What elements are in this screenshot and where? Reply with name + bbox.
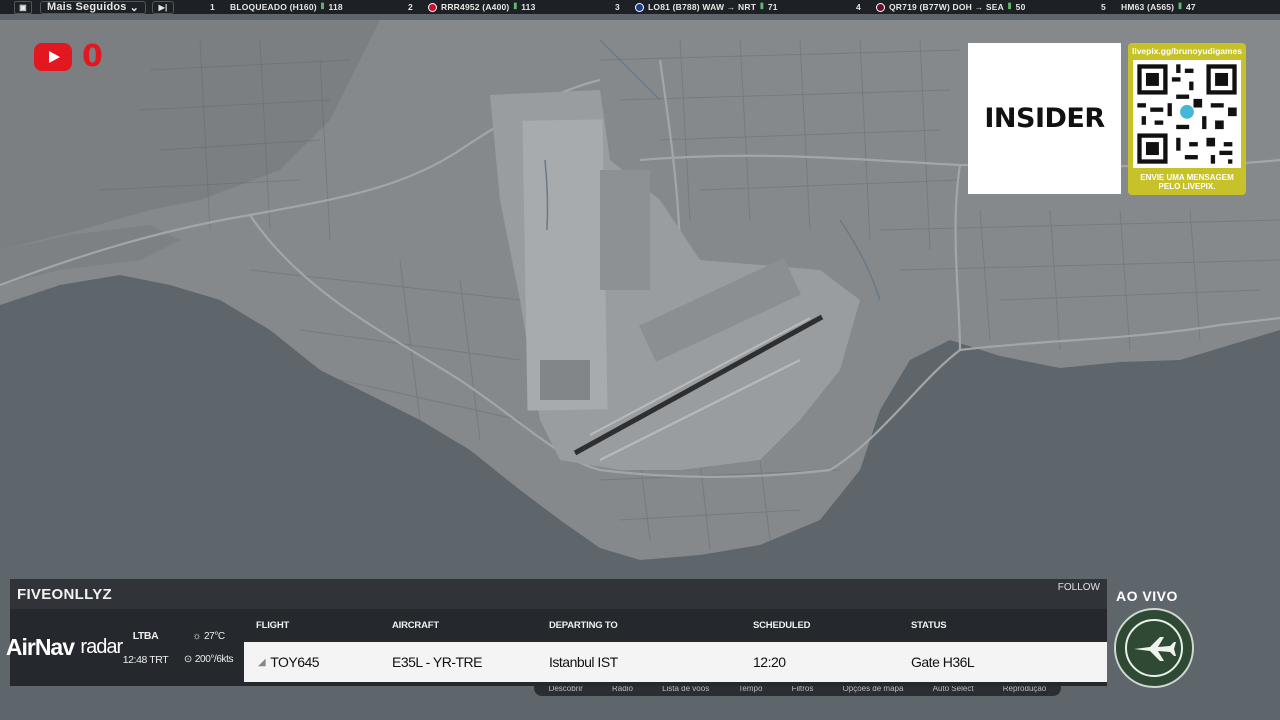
ticker-callsign: RRR4952 (A400) (441, 2, 510, 12)
sort-dropdown-label: Mais Seguidos (47, 1, 127, 13)
ticker-viewers: 71 (767, 2, 778, 12)
ticker-viewers: 47 (1185, 2, 1196, 12)
youtube-counter: 0 (34, 39, 103, 74)
ticker-item[interactable]: 3 LO81 (B788) WAW → NRT ⦀ 71 (615, 0, 778, 14)
sort-dropdown[interactable]: Mais Seguidos ⌄ (40, 0, 147, 14)
weather-info: ☼ 27°C ⊙ 200°/6kts (173, 609, 244, 686)
livepix-message: ENVIE UMA MENSAGEM PELO LIVEPIX. (1140, 173, 1234, 191)
ticker-item[interactable]: 2 RRR4952 (A400) ⦀ 113 (408, 0, 536, 14)
ticker-callsign: BLOQUEADO (H160) (230, 2, 317, 12)
stream-overlay: ▣ Mais Seguidos ⌄ ▶| 1 BLOQUEADO (H160) … (0, 0, 1280, 720)
window-icon[interactable]: ▣ (14, 0, 32, 14)
wind: 200°/6kts (194, 653, 234, 665)
youtube-count: 0 (82, 39, 103, 74)
table-row[interactable]: ◢ TOY645 E35L - YR-TRE Istanbul IST 12:2… (244, 642, 1107, 682)
viewers-icon: ⦀ (1007, 2, 1012, 11)
table-header: FLIGHT AIRCRAFT DEPARTING TO SCHEDULED S… (244, 609, 1107, 642)
ticker-rank: 4 (856, 2, 861, 12)
cell-departing: Istanbul IST (549, 654, 618, 670)
flight-number: TOY645 (270, 654, 320, 670)
plane-icon: ◢ (258, 656, 266, 668)
local-time: 12:48 TRT (122, 653, 169, 666)
airport-info: LTBA 12:48 TRT (118, 609, 173, 686)
ticker-item[interactable]: 1 BLOQUEADO (H160) ⦀ 118 (210, 0, 343, 14)
logo-sub: radar (80, 636, 123, 658)
sponsor-banner: INSIDER (968, 43, 1121, 194)
livepix-url: livepix.gg/brunoyudigames (1131, 46, 1243, 56)
airline-logo-icon (635, 2, 644, 12)
youtube-icon (34, 43, 72, 71)
temperature: 27°C (204, 630, 225, 642)
airnav-logo: AirNav radar (6, 609, 123, 686)
viewers-icon: ⦀ (320, 2, 325, 11)
airport-code: LTBA (132, 629, 159, 642)
live-label: AO VIVO (1116, 588, 1178, 604)
channel-badge (1114, 608, 1194, 688)
cell-status: Gate H36L (911, 654, 975, 670)
airline-logo-icon (428, 2, 437, 12)
ticker-callsign: QR719 (B77W) DOH → SEA (889, 2, 1004, 12)
sponsor-logo: INSIDER (984, 103, 1105, 134)
col-header-aircraft: AIRCRAFT (392, 620, 439, 631)
wind-icon: ⊙ (183, 653, 192, 665)
ticker-viewers: 113 (521, 2, 536, 12)
ticker-item[interactable]: 4 QR719 (B77W) DOH → SEA ⦀ 50 (856, 0, 1026, 14)
logo-main: AirNav (5, 634, 75, 660)
chevron-down-icon: ⌄ (129, 1, 140, 14)
col-header-scheduled: SCHEDULED (753, 620, 811, 631)
livepix-qr-card: livepix.gg/brunoyudigames ENVIE UMA MENS… (1128, 43, 1246, 195)
flight-info-panel: FIVEONLLYZ FOLLOW AirNav radar LTBA 12:4… (6, 579, 1107, 686)
ticker-callsign: HM63 (A565) (1121, 2, 1175, 12)
col-header-departing: DEPARTING TO (549, 620, 618, 631)
flight-table: FLIGHT AIRCRAFT DEPARTING TO SCHEDULED S… (244, 609, 1107, 686)
col-header-flight: FLIGHT (256, 620, 290, 631)
viewers-icon: ⦀ (1178, 2, 1182, 11)
ticker-rank: 2 (408, 2, 413, 12)
panel-header: FIVEONLLYZ FOLLOW (10, 579, 1107, 609)
airplane-icon (1134, 637, 1176, 661)
viewers-icon: ⦀ (760, 2, 764, 11)
ticker-viewers: 50 (1015, 2, 1026, 12)
ticker-item[interactable]: 5 HM63 (A565) ⦀ 47 (1101, 0, 1196, 14)
col-header-status: STATUS (911, 620, 947, 631)
qr-code-icon (1133, 60, 1241, 168)
weather-cloud-icon: ☼ (192, 630, 201, 642)
ticker-rank: 3 (615, 2, 620, 12)
cell-scheduled: 12:20 (753, 654, 786, 670)
channel-logo-icon (1125, 619, 1183, 677)
panel-title: FIVEONLLYZ (17, 585, 112, 603)
viewers-icon: ⦀ (513, 2, 518, 11)
follow-button[interactable]: FOLLOW (1058, 582, 1100, 593)
ticker-rank: 5 (1101, 2, 1106, 12)
cell-aircraft: E35L - YR-TRE (392, 654, 482, 670)
panel-body: AirNav radar LTBA 12:48 TRT ☼ 27°C ⊙ 200°/… (6, 609, 1107, 686)
ticker-rank: 1 (210, 2, 215, 12)
cell-flight: ◢ TOY645 (244, 654, 392, 670)
airline-logo-icon (876, 2, 885, 12)
ticker-callsign: LO81 (B788) WAW → NRT (648, 2, 757, 12)
top-ticker-bar: ▣ Mais Seguidos ⌄ ▶| 1 BLOQUEADO (H160) … (0, 0, 1280, 14)
ticker-viewers: 118 (328, 2, 343, 12)
skip-icon[interactable]: ▶| (152, 0, 175, 14)
